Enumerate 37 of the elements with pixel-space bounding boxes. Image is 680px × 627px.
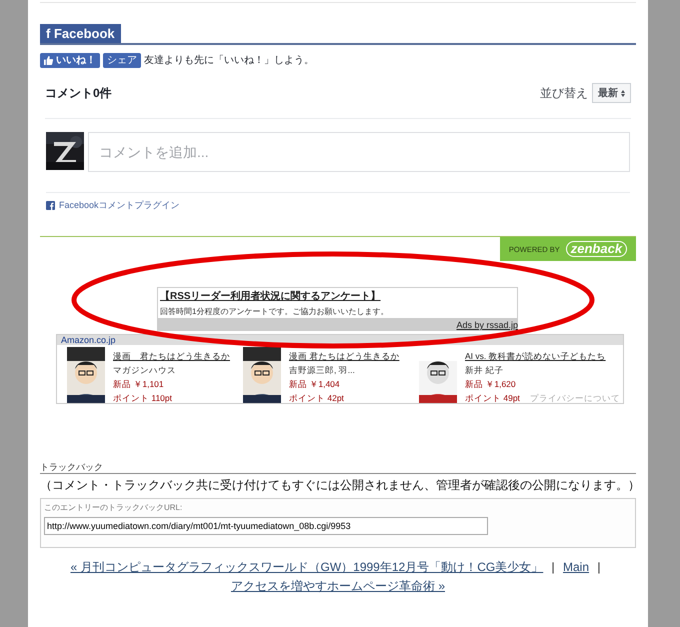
sort-arrows-icon [621, 90, 625, 96]
amazon-header: Amazon.co.jp [61, 335, 117, 346]
nav-separator: | [597, 560, 600, 574]
product-points: ポイント 42pt [289, 392, 344, 406]
product-points: ポイント 110pt [113, 392, 172, 406]
product-price: 新品 ￥1,404 [289, 378, 340, 392]
facebook-icon [46, 201, 55, 210]
product-points: ポイント 49pt [465, 392, 520, 406]
product-price: 新品 ￥1,620 [465, 378, 516, 392]
product-author: 新井 紀子 [465, 364, 504, 378]
survey-text: 回答時間1分程度のアンケートです。ご協力お願いいたします。 [160, 306, 390, 318]
facebook-tab[interactable]: f Facebook [40, 24, 121, 43]
sort-label: 並び替え [540, 85, 588, 102]
like-prompt: 友達よりも先に「いいね！」しよう。 [144, 54, 314, 68]
like-button[interactable]: いいね！ [40, 53, 100, 68]
sort-dropdown[interactable]: 最新 [592, 83, 631, 103]
comment-input[interactable]: コメントを追加... [88, 132, 630, 172]
plugin-link[interactable]: Facebookコメントプラグイン [46, 199, 180, 212]
comment-count: コメント0件 [45, 85, 112, 102]
nav-link[interactable]: アクセスを増やすホームページ革命術 » [230, 577, 445, 596]
nav-link[interactable]: « 月刊コンピュータグラフィックスワールド（GW）1999年12月号「動け！CG美少女」 [70, 558, 544, 578]
product-author: マガジンハウス [113, 364, 176, 378]
product-title-link[interactable]: AI vs. 教科書が読めない子どもたち [465, 349, 606, 364]
product-title-link[interactable]: 漫画 君たちはどう生きるか [289, 349, 400, 364]
trackback-url-field[interactable]: http://www.yuumediatown.com/diary/mt001/mt-tyuumediatown_08b.cgi/9953 [44, 517, 488, 536]
ads-credit-link[interactable]: Ads by rssad.jp [456, 319, 518, 332]
nav-separator: | [552, 560, 555, 574]
survey-link[interactable]: 【RSSリーダー利用者状況に関するアンケート】 [160, 291, 515, 304]
trackback-heading: トラックバック [40, 462, 103, 472]
product-price: 新品 ￥1,101 [113, 378, 164, 392]
product-title-link[interactable]: 漫画 君たちはどう生きるか [113, 349, 230, 364]
trackback-url-label: このエントリーのトラックバックURL: [44, 503, 184, 514]
product-author: 吉野源三郎, 羽... [289, 364, 355, 378]
share-button[interactable]: シェア [103, 53, 141, 68]
nav-link[interactable]: Main [563, 558, 590, 578]
trackback-notice: （コメント・トラックバック共に受け付けてもすぐには公開されません、管理者が確認後の公開になります。） [40, 477, 641, 494]
thumbs-up-icon [44, 56, 53, 65]
